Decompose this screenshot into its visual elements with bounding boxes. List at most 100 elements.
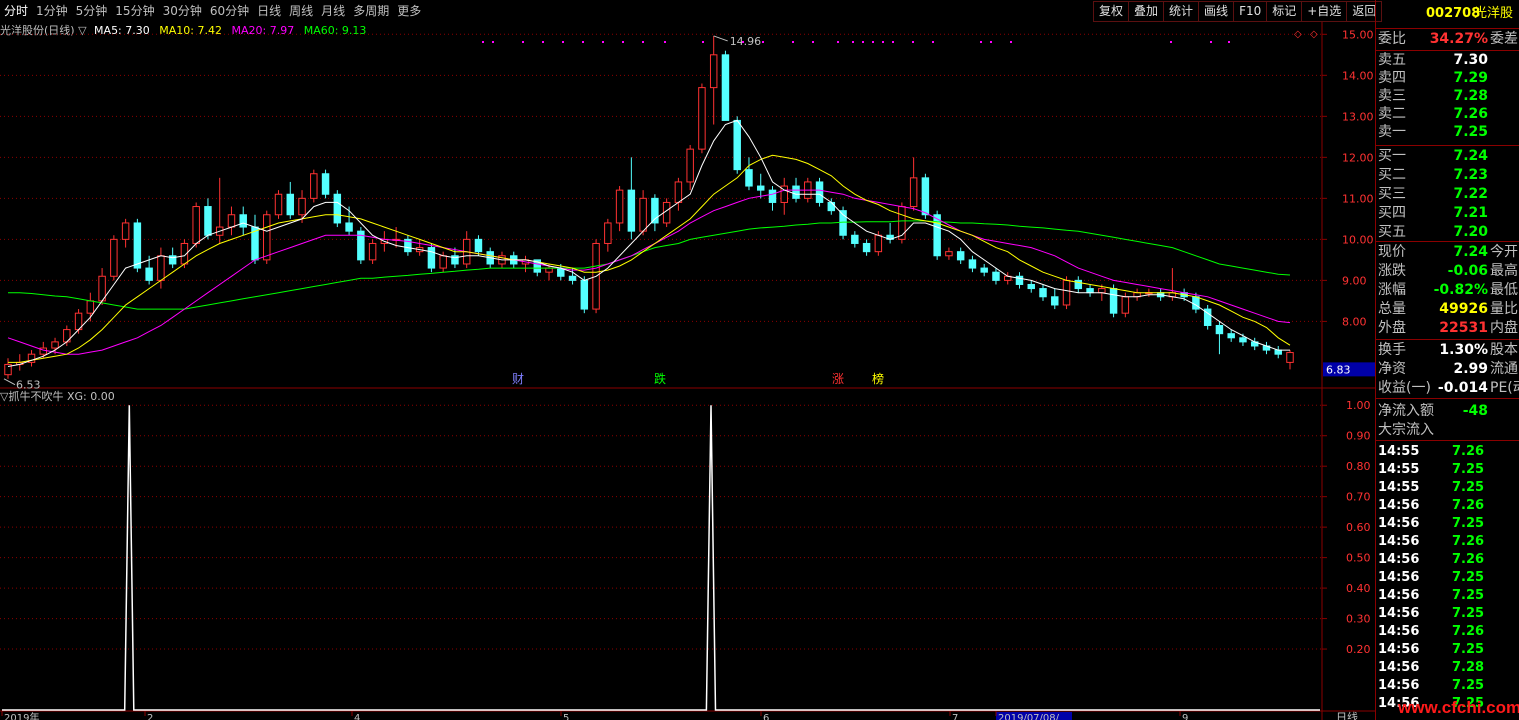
tick-time: 14:56 [1378, 624, 1420, 639]
period-label: 日线 [1336, 710, 1358, 720]
toolbar-button-1[interactable]: 叠加 [1128, 1, 1164, 22]
fund-row-2: 收益(一) -0.014PE(动 [1376, 379, 1519, 397]
candle [239, 214, 247, 228]
tab-4[interactable]: 30分钟 [159, 0, 206, 22]
bid-row-1-value: 7.23 [1453, 167, 1488, 183]
candle [1027, 283, 1035, 290]
candle [756, 185, 765, 191]
signal-dot [742, 41, 744, 43]
quote-row-1: 涨跌 -0.06 最高 [1376, 262, 1519, 280]
x-tick-label: 2 [147, 713, 153, 720]
candle [898, 206, 906, 240]
signal-dot [1010, 41, 1012, 43]
tick-time: 14:56 [1378, 606, 1420, 621]
tab-3[interactable]: 15分钟 [111, 0, 158, 22]
candle [862, 242, 871, 253]
x-tick-label: 9 [1182, 713, 1188, 720]
low-label: 6.53 [16, 379, 41, 392]
candle [580, 279, 589, 310]
candle [145, 267, 153, 281]
divider [1376, 145, 1519, 146]
ask-row-0-value: 7.30 [1453, 52, 1488, 68]
candle [909, 177, 918, 208]
bid-row-2-value: 7.22 [1453, 186, 1488, 202]
tick-time: 14:56 [1378, 552, 1420, 567]
event-marker: 涨 [832, 371, 844, 386]
tick-row: 14:56 7.25 [1376, 587, 1519, 605]
toolbar-button-2[interactable]: 统计 [1163, 1, 1199, 22]
last-price-label: 6.83 [1326, 363, 1351, 376]
toolbar-button-0[interactable]: 复权 [1093, 1, 1129, 22]
stock-code: 002708 [1426, 6, 1481, 21]
divider [1376, 440, 1519, 441]
tab-8[interactable]: 月线 [317, 0, 349, 22]
quote-row-3-label: 总量 [1378, 301, 1406, 317]
ma20-line [7, 189, 1291, 355]
toolbar-button-6[interactable]: +自选 [1301, 1, 1347, 22]
tick-time: 14:55 [1378, 462, 1420, 477]
x-tick-label: 6 [763, 713, 769, 720]
tab-6[interactable]: 日线 [253, 0, 285, 22]
candle [933, 214, 941, 257]
tick-row: 14:55 7.26 [1376, 443, 1519, 461]
signal-dot [1170, 41, 1172, 43]
ask-row-4-label: 卖一 [1378, 124, 1406, 140]
signal-dot [932, 41, 934, 43]
ask-row-4-value: 7.25 [1453, 124, 1488, 140]
quote-row-1-extra: 最高 [1490, 263, 1518, 279]
flow-row-0: 净流入额 -48 [1376, 402, 1519, 420]
tab-1[interactable]: 1分钟 [32, 0, 72, 22]
candle [568, 275, 577, 281]
tick-time: 14:56 [1378, 570, 1420, 585]
tick-price: 7.26 [1452, 534, 1485, 549]
candle [686, 148, 694, 183]
tab-7[interactable]: 周线 [285, 0, 317, 22]
tab-0[interactable]: 分时 [0, 0, 32, 22]
signal-dot [852, 41, 854, 43]
tab-2[interactable]: 5分钟 [72, 0, 112, 22]
x-tick-label: 4 [354, 713, 360, 720]
tick-time: 14:56 [1378, 516, 1420, 531]
candle [768, 189, 777, 203]
tick-row: 14:55 7.25 [1376, 479, 1519, 497]
divider [1376, 241, 1519, 242]
tick-price: 7.26 [1452, 498, 1485, 513]
tick-row: 14:55 7.25 [1376, 461, 1519, 479]
tab-9[interactable]: 多周期 [349, 0, 393, 22]
y-tick-label: 1.00 [1346, 399, 1371, 412]
tab-5[interactable]: 60分钟 [206, 0, 253, 22]
toolbar-button-5[interactable]: 标记 [1266, 1, 1302, 22]
bid-row-0-value: 7.24 [1453, 148, 1488, 164]
tick-time: 14:56 [1378, 642, 1420, 657]
diamond-icon: ◇ [1294, 29, 1302, 40]
signal-dot [882, 41, 884, 43]
candle [286, 193, 295, 216]
weibi-row-label: 委比 [1378, 31, 1406, 47]
candle [227, 214, 236, 228]
watermark: www.cfchi.com [1398, 698, 1519, 717]
ask-row-1: 卖四 7.29 [1376, 69, 1519, 87]
bid-row-2: 买三 7.22 [1376, 185, 1519, 203]
candle [674, 181, 683, 203]
x-tick-label: 5 [563, 713, 569, 720]
candle [921, 177, 930, 216]
tab-10[interactable]: 更多 [393, 0, 425, 22]
chart-canvas[interactable]: 15.00 14.00 13.00 12.00 11.00 10.00 9.00 8.00 14… [0, 22, 1375, 720]
bid-row-3-label: 买四 [1378, 205, 1406, 221]
toolbar-button-4[interactable]: F10 [1233, 1, 1267, 22]
signal-dot [664, 41, 666, 43]
candle [474, 238, 483, 253]
tick-price: 7.25 [1452, 642, 1485, 657]
signal-dot [980, 41, 982, 43]
tick-time: 14:56 [1378, 678, 1420, 693]
tick-time: 14:56 [1378, 660, 1420, 675]
candle [298, 197, 306, 216]
toolbar-button-3[interactable]: 画线 [1198, 1, 1234, 22]
quote-row-2-extra: 最低 [1490, 282, 1518, 298]
candle [615, 189, 624, 224]
candle [333, 193, 342, 224]
candle [698, 87, 706, 150]
quote-row-3-extra: 量比 [1490, 301, 1518, 317]
xg-line [2, 405, 1320, 711]
x-tick-label: 2019年 [4, 711, 39, 720]
